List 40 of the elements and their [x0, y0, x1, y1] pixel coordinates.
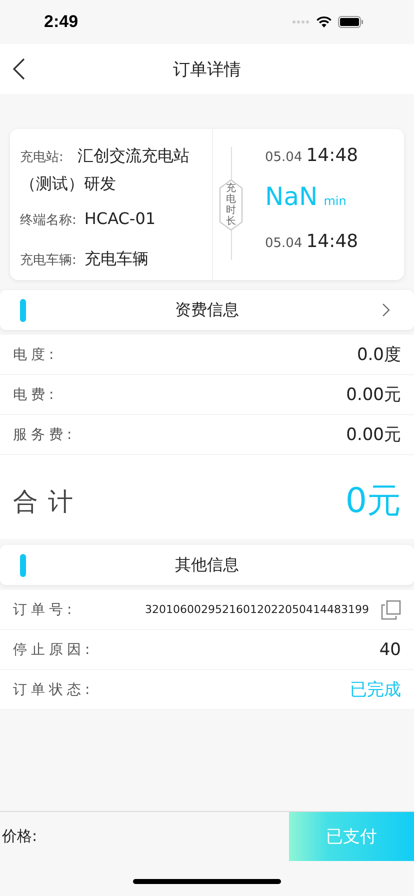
terminal-label: 终端名称:	[20, 213, 76, 228]
terminal-name: HCAC-01	[84, 209, 156, 228]
accent-bar	[20, 299, 26, 322]
vehicle-label: 充电车辆:	[20, 253, 76, 268]
total-label: 合计	[13, 486, 83, 518]
row-value: 0.00元	[346, 424, 401, 446]
accent-bar	[20, 554, 26, 577]
section-title: 其他信息	[175, 554, 239, 576]
row-label: 服务费:	[13, 426, 76, 444]
row-label: 订单号:	[13, 600, 76, 618]
back-icon[interactable]	[13, 58, 25, 80]
start-time: 14:48	[306, 145, 358, 166]
chevron-right-icon	[382, 303, 390, 317]
battery-icon	[338, 16, 364, 28]
price-label: 价格:	[1, 827, 38, 846]
page-title: 订单详情	[173, 58, 241, 80]
status-time: 2:49	[44, 12, 78, 32]
duration-unit: min	[324, 194, 346, 208]
fee-section-header[interactable]: 资费信息	[0, 290, 414, 330]
row-value: 0.0度	[356, 344, 401, 366]
section-title: 资费信息	[175, 300, 239, 320]
row-value: 32010600295216012022050414483199	[145, 603, 369, 616]
row-label: 电度:	[13, 346, 58, 364]
row-label: 停止原因:	[13, 640, 94, 658]
end-date: 05.04	[265, 236, 302, 251]
end-time: 14:48	[306, 231, 358, 252]
row-value: 40	[379, 640, 401, 660]
row-label: 订单状态:	[13, 680, 94, 698]
signal-icon	[292, 20, 310, 24]
row-label: 电费:	[13, 386, 58, 404]
duration-label: 充电时长	[226, 182, 236, 226]
row-value: 0.00元	[346, 384, 401, 406]
start-date: 05.04	[265, 150, 302, 165]
total-amount: 0元	[345, 480, 401, 523]
vehicle-name: 充电车辆	[84, 249, 148, 268]
station-info: 充电站: 汇创交流充电站（测试）研发	[20, 145, 191, 195]
duration-value: NaN	[265, 182, 318, 211]
order-status: 已完成	[350, 679, 401, 701]
wifi-icon	[316, 16, 332, 28]
copy-icon[interactable]	[381, 600, 401, 620]
